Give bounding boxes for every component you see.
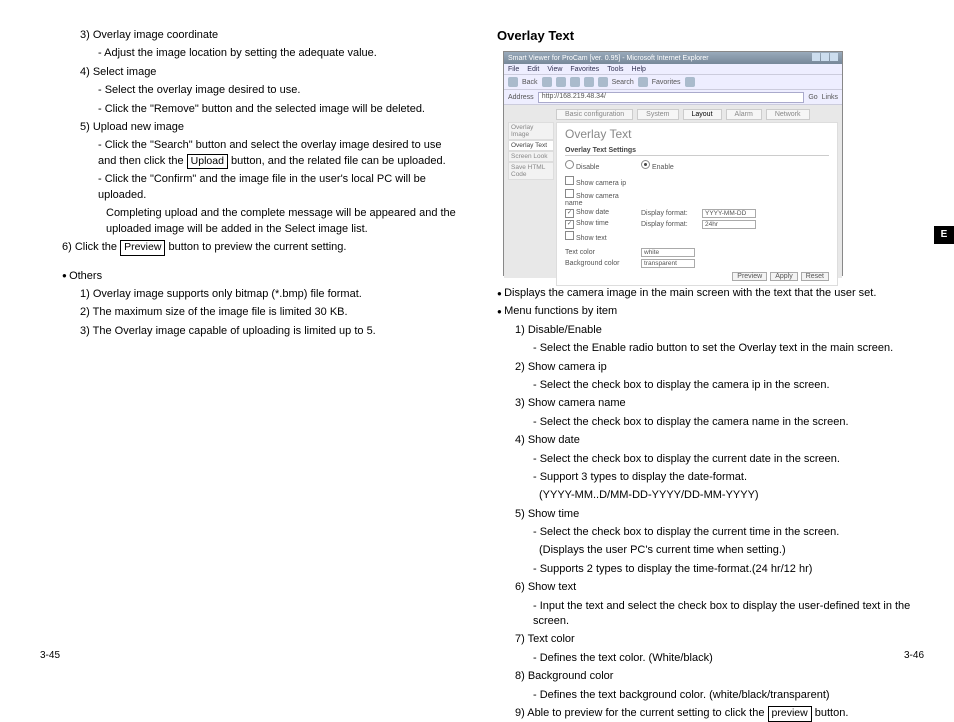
forward-icon[interactable] bbox=[542, 77, 552, 87]
item-4: 4) Select image bbox=[62, 65, 457, 80]
apply-button[interactable]: Apply bbox=[770, 272, 798, 281]
main-tabs[interactable]: Basic configuration System Layout Alarm … bbox=[556, 109, 838, 120]
tab-network[interactable]: Network bbox=[766, 109, 810, 120]
item-5a: - Select the check box to display the cu… bbox=[497, 525, 916, 540]
text-color-label: Text color bbox=[565, 249, 635, 256]
back-icon[interactable] bbox=[508, 77, 518, 87]
bg-color-select[interactable]: transparent bbox=[641, 259, 695, 268]
media-icon[interactable] bbox=[685, 77, 695, 87]
stop-icon[interactable] bbox=[556, 77, 566, 87]
item-2a: - Select the check box to display the ca… bbox=[497, 378, 916, 393]
group-title: Overlay Text Settings bbox=[565, 147, 829, 156]
text-color-select[interactable]: white bbox=[641, 248, 695, 257]
page-number-left: 3-45 bbox=[40, 650, 60, 661]
page-spread: 3) Overlay image coordinate - Adjust the… bbox=[0, 0, 954, 677]
item-4r: 4) Show date bbox=[497, 433, 916, 448]
preview-button-ref-2: preview bbox=[768, 706, 812, 722]
reset-button[interactable]: Reset bbox=[801, 272, 829, 281]
embedded-screenshot: Smart Viewer for ProCam [ver. 0.95] - Mi… bbox=[503, 51, 843, 276]
date-format-select[interactable]: YYYY-MM-DD bbox=[702, 209, 756, 218]
tab-system[interactable]: System bbox=[637, 109, 678, 120]
item-4-detail-1: - Select the overlay image desired to us… bbox=[62, 83, 457, 98]
item-6r: 6) Show text bbox=[497, 580, 916, 595]
others-2: 2) The maximum size of the image file is… bbox=[62, 305, 457, 320]
date-format-label: Display format: bbox=[641, 210, 696, 217]
window-titlebar: Smart Viewer for ProCam [ver. 0.95] - Mi… bbox=[504, 52, 842, 64]
time-format-label: Display format: bbox=[641, 221, 696, 228]
sidebar[interactable]: Overlay Image Overlay Text Screen Look S… bbox=[508, 122, 554, 286]
disable-radio[interactable]: Disable bbox=[565, 160, 635, 171]
address-bar[interactable]: Address http://168.219.48.34/ Go Links bbox=[504, 90, 842, 105]
home-icon[interactable] bbox=[584, 77, 594, 87]
item-5: 5) Upload new image bbox=[62, 120, 457, 135]
item-5r: 5) Show time bbox=[497, 507, 916, 522]
links-label: Links bbox=[822, 94, 838, 101]
item-4c: (YYYY-MM..D/MM-DD-YYYY/DD-MM-YYYY) bbox=[497, 488, 916, 503]
others-1: 1) Overlay image supports only bitmap (*… bbox=[62, 287, 457, 302]
page-number-right: 3-46 bbox=[904, 650, 924, 661]
desc-2: Menu functions by item bbox=[497, 304, 916, 319]
item-3r: 3) Show camera name bbox=[497, 396, 916, 411]
item-4a: - Select the check box to display the cu… bbox=[497, 452, 916, 467]
section-heading: Overlay Text bbox=[497, 28, 916, 43]
tab-alarm[interactable]: Alarm bbox=[726, 109, 762, 120]
item-5b: (Displays the user PC's current time whe… bbox=[497, 543, 916, 558]
item-2: 2) Show camera ip bbox=[497, 360, 916, 375]
item-3a: - Select the check box to display the ca… bbox=[497, 415, 916, 430]
item-5c: - Supports 2 types to display the time-f… bbox=[497, 562, 916, 577]
others-3: 3) The Overlay image capable of uploadin… bbox=[62, 324, 457, 339]
item-3-detail: - Adjust the image location by setting t… bbox=[62, 46, 457, 61]
show-camera-name-check[interactable]: Show camera name bbox=[565, 189, 635, 207]
item-7a: - Defines the text color. (White/black) bbox=[497, 651, 916, 666]
preview-button[interactable]: Preview bbox=[732, 272, 767, 281]
search-icon[interactable] bbox=[598, 77, 608, 87]
show-date-check[interactable]: Show date bbox=[565, 209, 635, 218]
tab-layout[interactable]: Layout bbox=[683, 109, 722, 120]
item-4b: - Support 3 types to display the date-fo… bbox=[497, 470, 916, 485]
tab-basic[interactable]: Basic configuration bbox=[556, 109, 633, 120]
item-5-detail-1: - Click the "Search" button and select t… bbox=[62, 138, 457, 169]
sidebar-save-html[interactable]: Save HTML Code bbox=[508, 162, 554, 180]
address-input[interactable]: http://168.219.48.34/ bbox=[538, 92, 805, 103]
sidebar-overlay-text[interactable]: Overlay Text bbox=[508, 140, 554, 151]
window-controls[interactable] bbox=[811, 53, 838, 63]
enable-radio[interactable]: Enable bbox=[641, 160, 674, 171]
item-5-detail-2: - Click the "Confirm" and the image file… bbox=[62, 172, 457, 203]
window-title: Smart Viewer for ProCam [ver. 0.95] - Mi… bbox=[508, 55, 709, 62]
time-format-select[interactable]: 24hr bbox=[702, 220, 756, 229]
sidebar-screen-look[interactable]: Screen Look bbox=[508, 151, 554, 162]
refresh-icon[interactable] bbox=[570, 77, 580, 87]
item-1: 1) Disable/Enable bbox=[497, 323, 916, 338]
item-5-detail-3: Completing upload and the complete messa… bbox=[62, 206, 457, 237]
sidebar-overlay-image[interactable]: Overlay Image bbox=[508, 122, 554, 140]
item-6: 6) Click the Preview button to preview t… bbox=[62, 240, 457, 256]
item-8a: - Defines the text background color. (wh… bbox=[497, 688, 916, 703]
upload-button-ref: Upload bbox=[187, 154, 228, 170]
show-camera-ip-check[interactable]: Show camera ip bbox=[565, 176, 635, 187]
show-time-check[interactable]: Show time bbox=[565, 220, 635, 229]
browser-toolbar[interactable]: Back Search Favorites bbox=[504, 75, 842, 90]
right-page: Overlay Text Smart Viewer for ProCam [ve… bbox=[477, 28, 944, 667]
item-3: 3) Overlay image coordinate bbox=[62, 28, 457, 43]
item-7: 7) Text color bbox=[497, 632, 916, 647]
settings-panel: Overlay Text Overlay Text Settings Disab… bbox=[556, 122, 838, 286]
others-heading: Others bbox=[62, 269, 457, 284]
favorites-icon[interactable] bbox=[638, 77, 648, 87]
browser-menubar[interactable]: File Edit View Favorites Tools Help bbox=[504, 64, 842, 75]
desc-1: Displays the camera image in the main sc… bbox=[497, 286, 916, 301]
show-text-check[interactable]: Show text bbox=[565, 231, 635, 242]
item-9: 9) Able to preview for the current setti… bbox=[497, 706, 916, 722]
preview-button-ref: Preview bbox=[120, 240, 165, 256]
item-1a: - Select the Enable radio button to set … bbox=[497, 341, 916, 356]
item-4-detail-2: - Click the "Remove" button and the sele… bbox=[62, 102, 457, 117]
panel-title: Overlay Text bbox=[565, 127, 829, 141]
go-button[interactable]: Go bbox=[808, 94, 817, 101]
bg-color-label: Background color bbox=[565, 260, 635, 267]
item-6a: - Input the text and select the check bo… bbox=[497, 599, 916, 630]
left-page: 3) Overlay image coordinate - Adjust the… bbox=[10, 28, 477, 667]
